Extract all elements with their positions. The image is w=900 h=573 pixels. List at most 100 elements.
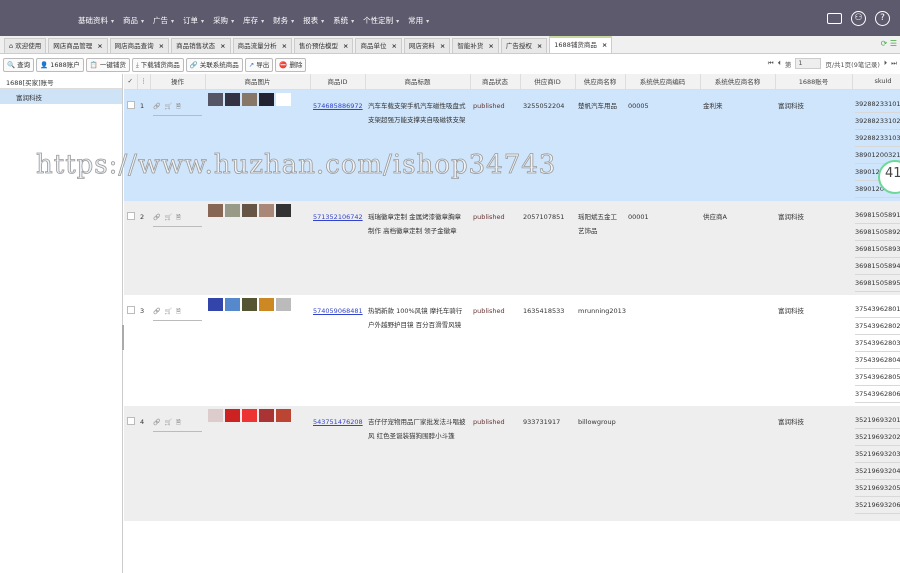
close-icon[interactable]: ×	[537, 42, 542, 50]
product-id-link[interactable]: 571352106742	[313, 213, 363, 221]
table-row[interactable]: 2 🔗🛒🗎 571352106742 瑶瑞徽章定制 金属烤漆徽章胸章制作 高档徽章定制…	[124, 200, 900, 295]
toolbar-button[interactable]: 🔗 关联系统商品	[185, 57, 243, 72]
column-header[interactable]: 商品标题	[365, 74, 471, 90]
product-id-link[interactable]: 574685886972	[313, 102, 363, 110]
document-icon[interactable]: 🗎	[176, 419, 185, 426]
product-id-link[interactable]: 574059068481	[313, 307, 363, 315]
close-icon[interactable]: ×	[602, 41, 607, 49]
select-cell[interactable]	[124, 295, 137, 406]
product-thumbnail[interactable]	[242, 297, 257, 311]
product-thumbnail[interactable]	[259, 297, 274, 311]
refresh-icon[interactable]: ⟳ ☰	[881, 39, 897, 48]
tab-item[interactable]: 网店商品查询 ×	[109, 38, 170, 53]
product-thumbnail[interactable]	[225, 408, 240, 422]
product-thumbnail[interactable]	[276, 408, 291, 422]
column-header[interactable]: 1688账号	[775, 74, 853, 90]
select-cell[interactable]	[124, 406, 137, 521]
row-checkbox[interactable]	[127, 305, 135, 314]
menu-item[interactable]: 财务 ▾	[273, 15, 294, 26]
tab-item[interactable]: 网店资料 ×	[403, 38, 451, 53]
column-header[interactable]: 供应商名称	[575, 74, 626, 90]
product-thumbnail[interactable]	[208, 297, 223, 311]
tab-item[interactable]: 网店商品管理 ×	[48, 38, 108, 53]
toolbar-button[interactable]: ↗ 导出	[244, 57, 274, 72]
menu-item[interactable]: 订单 ▾	[183, 15, 204, 26]
page-input[interactable]: 1	[795, 58, 822, 69]
close-icon[interactable]: ×	[282, 42, 287, 50]
table-row[interactable]: 4 🔗🛒🗎 543751476208 吉仔仔宠物用品厂家批发法斗唱披风 红色圣诞装猫狗…	[124, 405, 900, 521]
monitor-icon[interactable]	[827, 13, 842, 24]
menu-item[interactable]: 基础资料 ▾	[78, 15, 114, 26]
link-icon[interactable]: 🔗	[153, 419, 164, 426]
menu-item[interactable]: 系统 ▾	[333, 15, 354, 26]
product-thumbnail[interactable]	[225, 92, 240, 106]
tab-item[interactable]: 1688铺货商品 ×	[549, 36, 613, 53]
toolbar-button[interactable]: 📋 一键铺货	[85, 57, 130, 72]
product-thumbnail[interactable]	[208, 203, 223, 217]
column-header[interactable]: ⋮	[137, 74, 151, 90]
close-icon[interactable]: ×	[343, 42, 348, 50]
menu-item[interactable]: 商品 ▾	[123, 15, 144, 26]
product-thumbnail[interactable]	[276, 203, 291, 217]
cart-icon[interactable]: 🛒	[164, 214, 175, 221]
tab-item[interactable]: 商品流量分析 ×	[232, 38, 293, 53]
document-icon[interactable]: 🗎	[176, 308, 185, 315]
tab-item[interactable]: 商品单位 ×	[355, 38, 402, 53]
tab-item[interactable]: ⌂ 欢迎使用	[4, 38, 47, 53]
column-header[interactable]: 系统供应商名称	[700, 74, 776, 90]
document-icon[interactable]: 🗎	[176, 103, 185, 110]
close-icon[interactable]: ×	[159, 42, 164, 50]
product-thumbnail[interactable]	[259, 203, 274, 217]
table-row[interactable]: 1 🔗🛒🗎 574685886972 汽车车载支架手机汽车磁性吸盘式支架超强万能支撑夹…	[124, 89, 900, 201]
help-icon[interactable]: ?	[875, 11, 890, 26]
column-header[interactable]: 系统供应商编码	[625, 74, 701, 90]
product-thumbnail[interactable]	[276, 297, 291, 311]
cart-icon[interactable]: 🛒	[164, 308, 175, 315]
tab-item[interactable]: 售价预估模型 ×	[294, 38, 354, 53]
menu-item[interactable]: 常用 ▾	[408, 15, 429, 26]
product-thumbnail[interactable]	[208, 92, 223, 106]
account-item[interactable]: 富润科技	[0, 89, 122, 104]
document-icon[interactable]: 🗎	[176, 214, 185, 221]
link-icon[interactable]: 🔗	[153, 103, 164, 110]
cart-icon[interactable]: 🛒	[164, 419, 175, 426]
close-icon[interactable]: ×	[220, 42, 225, 50]
toolbar-button[interactable]: 🔍 查询	[3, 57, 35, 72]
select-cell[interactable]	[124, 201, 137, 295]
product-thumbnail[interactable]	[259, 408, 274, 422]
link-icon[interactable]: 🔗	[153, 308, 164, 315]
menu-item[interactable]: 报表 ▾	[303, 15, 324, 26]
user-icon[interactable]: ⚇	[851, 11, 866, 26]
column-header[interactable]: 供应商ID	[520, 74, 576, 90]
column-header[interactable]: skuId	[852, 74, 900, 90]
product-thumbnail[interactable]	[242, 203, 257, 217]
column-header[interactable]: ✓	[124, 74, 138, 90]
product-thumbnail[interactable]	[225, 297, 240, 311]
menu-item[interactable]: 个性定制 ▾	[363, 15, 399, 26]
row-checkbox[interactable]	[127, 211, 135, 220]
column-header[interactable]: 商品状态	[470, 74, 521, 90]
column-header[interactable]: 操作	[150, 74, 206, 90]
menu-item[interactable]: 库存 ▾	[243, 15, 264, 26]
select-cell[interactable]	[124, 89, 137, 201]
product-thumbnail[interactable]	[276, 92, 291, 106]
product-id-link[interactable]: 543751476208	[313, 418, 363, 426]
menu-item[interactable]: 广告 ▾	[153, 15, 174, 26]
close-icon[interactable]: ×	[440, 42, 445, 50]
menu-item[interactable]: 采购 ▾	[213, 15, 234, 26]
row-checkbox[interactable]	[127, 100, 135, 109]
product-thumbnail[interactable]	[242, 408, 257, 422]
product-thumbnail[interactable]	[242, 92, 257, 106]
product-thumbnail[interactable]	[208, 408, 223, 422]
toolbar-button[interactable]: ⛔ 删除	[275, 57, 307, 72]
toolbar-button[interactable]: 👤 1688账户	[36, 57, 84, 72]
row-checkbox[interactable]	[127, 416, 135, 425]
column-header[interactable]: 商品ID	[310, 74, 366, 90]
tab-item[interactable]: 商品销售状态 ×	[171, 38, 231, 53]
column-header[interactable]: 商品图片	[205, 74, 311, 90]
product-thumbnail[interactable]	[259, 92, 274, 106]
next-page-button[interactable]: ⏵	[884, 59, 887, 68]
product-thumbnail[interactable]	[225, 203, 240, 217]
table-row[interactable]: 3 🔗🛒🗎 574059068481 热销新款 100%风镜 摩托车骑行户外越野护目镜…	[124, 294, 900, 406]
toolbar-button[interactable]: ⤓ 下载铺货商品	[131, 57, 184, 72]
